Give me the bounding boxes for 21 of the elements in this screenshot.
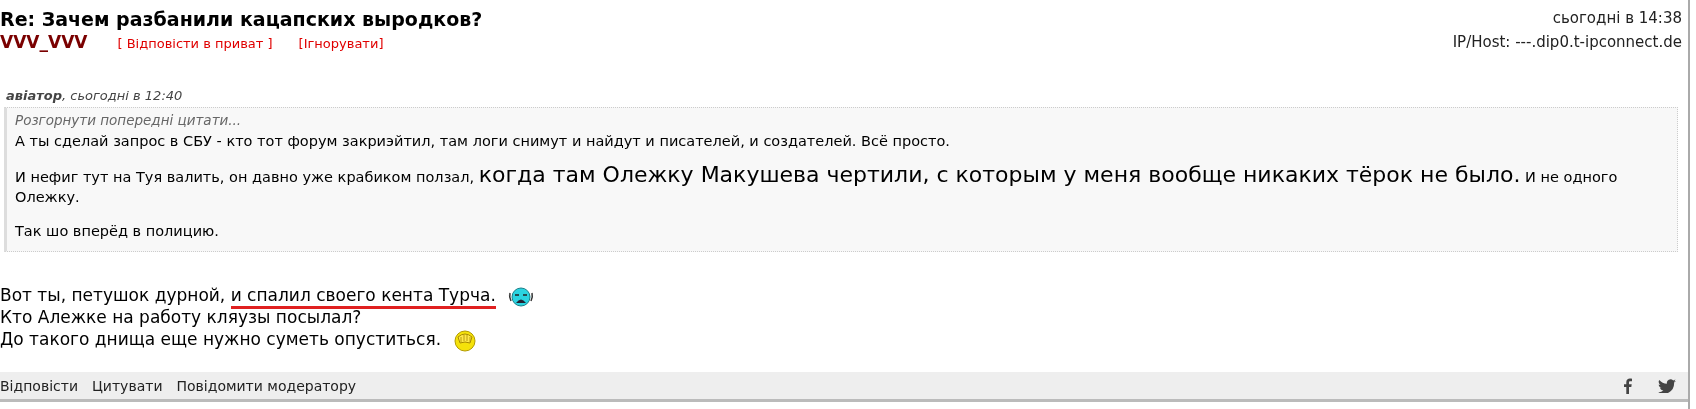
quote-header: авіатор, сьогодні в 12:40 (6, 88, 184, 103)
quote-paragraph: А ты сделай запрос в СБУ - кто тот форум закриэйтил, там логи снимут и найдут и писателей, и создателей. Всё просто. (15, 132, 951, 151)
crying-smiley-icon (507, 286, 534, 308)
expand-quotes-link[interactable]: Розгорнути попередні цитати... (15, 112, 1647, 128)
facepalm-smiley-icon (453, 329, 478, 353)
message-line: До такого днища еще нужно суметь опуститься. (0, 329, 442, 351)
post-title: Re: Зачем разбанили кацапских выродков? (0, 7, 483, 30)
message-line: Кто Алежке на работу кляузы посылал? (0, 307, 362, 329)
author-name[interactable]: VVV_VVV (0, 32, 88, 52)
message-line: Вот ты, петушок дурной, и спалил своего кента Турча. (0, 285, 496, 309)
bird-icon[interactable] (1658, 378, 1676, 393)
facebook-icon[interactable] (1623, 377, 1632, 394)
footer-link[interactable]: Цитувати (92, 377, 163, 394)
action-link[interactable]: [ Відповісти в приват ] (117, 36, 273, 51)
quote-paragraph: И нефиг тут на Туя валить, он давно уже крабиком ползал, когда там Олежку Макушева чертили, с которым у меня вообще никаких тёрок не было. И не одного Олежку. (15, 165, 1619, 207)
host-info: IP/Host: ---.dip0.t-ipconnect.de (1452, 32, 1682, 53)
footer-link[interactable]: Повідомити модератору (176, 377, 357, 394)
footer-link[interactable]: Відповісти (0, 377, 78, 394)
quote-paragraph: Так шо вперёд в полицию. (15, 222, 220, 241)
post-date: сьогодні в 14:38 (1551, 8, 1682, 29)
action-link[interactable]: [Ігнорувати] (298, 36, 384, 51)
